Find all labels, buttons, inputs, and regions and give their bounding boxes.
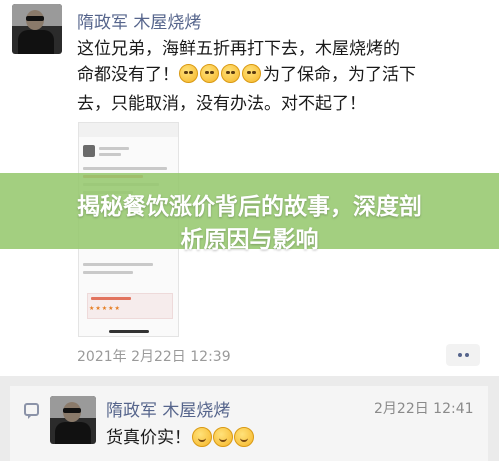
post-timestamp: 2021年 2月22日 12:39	[77, 349, 231, 365]
post-text-line-2: 命都没有了！ 为了保命，为了活下	[77, 62, 489, 91]
post-text-line-3: 去，只能取消，没有办法。对不起了！	[77, 94, 366, 114]
post-author-name[interactable]: 隋政军 木屋烧烤	[77, 8, 201, 33]
comment-author-name[interactable]: 隋政军 木屋烧烤	[106, 396, 230, 421]
comment-time: 2月22日 12:41	[374, 401, 474, 417]
banner-title: 揭秘餐饮涨价背后的故事，深度剖析原因与影响	[77, 194, 422, 253]
post-text: 这位兄弟，海鲜五折再打下去，木屋烧烤的 命都没有了！ 为了保命，为了活下 去，只能…	[77, 36, 489, 117]
author-avatar[interactable]	[12, 4, 62, 54]
crying-face-icon	[179, 64, 263, 91]
comment-author-avatar[interactable]	[50, 396, 96, 444]
post-text-line-1: 这位兄弟，海鲜五折再打下去，木屋烧烤的	[77, 39, 400, 59]
more-dots-icon[interactable]	[446, 344, 480, 366]
comment-text: 货真价实！	[106, 423, 254, 448]
thumbs-up-face-icon	[191, 427, 254, 448]
comment-icon	[24, 403, 39, 419]
